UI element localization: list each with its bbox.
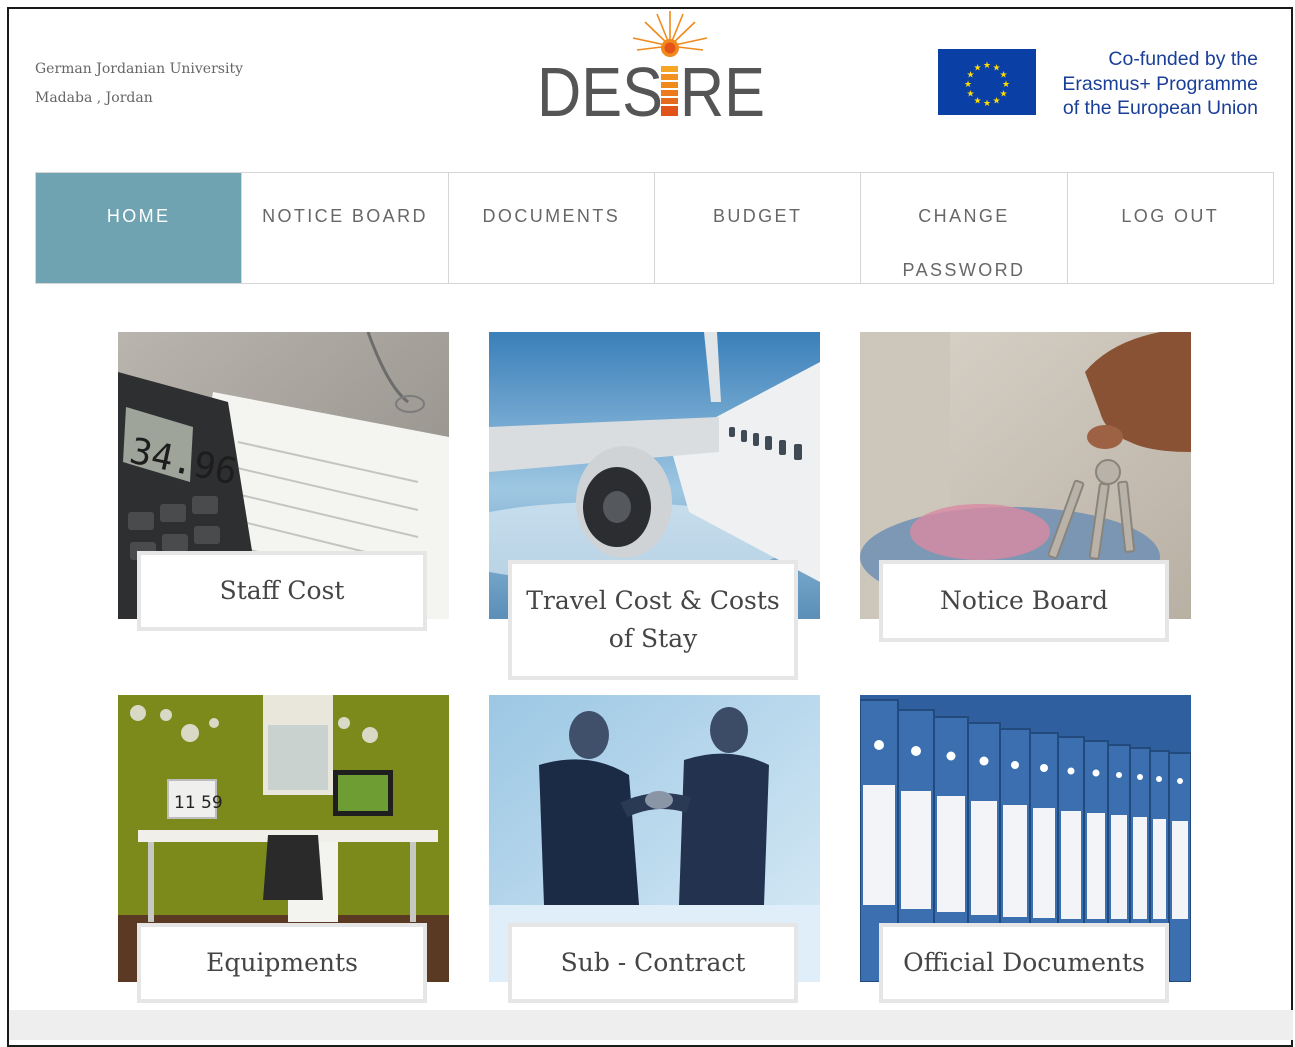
eu-cofunding-banner: ★ ★ ★ ★ ★ ★ ★ ★ ★ ★ ★ ★ Co-funded by the… [938, 47, 1268, 119]
svg-text:★: ★ [992, 97, 1000, 107]
tile-equipments-label[interactable]: Equipments [137, 923, 427, 1003]
org-name: German Jordanian University [35, 61, 243, 77]
svg-text:★: ★ [964, 80, 972, 90]
eu-flag-icon: ★ ★ ★ ★ ★ ★ ★ ★ ★ ★ ★ ★ [938, 49, 1036, 115]
eu-text-line1: Co-funded by the [1108, 48, 1258, 70]
main-nav: HOME NOTICE BOARD DOCUMENTS BUDGET CHANG… [35, 172, 1274, 284]
nav-documents[interactable]: DOCUMENTS [449, 173, 655, 283]
svg-text:★: ★ [999, 90, 1007, 100]
svg-text:★: ★ [973, 97, 981, 107]
svg-text:★: ★ [973, 64, 981, 74]
nav-budget[interactable]: BUDGET [655, 173, 862, 283]
tile-notice-board-label[interactable]: Notice Board [879, 560, 1169, 642]
eu-text-line2: Erasmus+ Programme [1062, 72, 1258, 95]
nav-home[interactable]: HOME [36, 173, 243, 283]
svg-text:★: ★ [983, 61, 991, 71]
tile-sub-contract-label[interactable]: Sub - Contract [508, 923, 798, 1003]
svg-text:★: ★ [999, 71, 1007, 81]
tile-travel-cost-label[interactable]: Travel Cost & Costs of Stay [508, 560, 798, 680]
svg-text:★: ★ [966, 90, 974, 100]
footer-strip [9, 1010, 1293, 1040]
sun-icon [632, 11, 708, 57]
tile-staff-cost-label[interactable]: Staff Cost [137, 551, 427, 631]
org-location: Madaba , Jordan [35, 90, 153, 106]
nav-change-password[interactable]: CHANGE PASSWORD [861, 173, 1068, 283]
svg-text:DES RE: DES RE [537, 53, 765, 126]
nav-log-out[interactable]: LOG OUT [1068, 173, 1273, 283]
tile-official-documents-label[interactable]: Official Documents [879, 923, 1169, 1003]
svg-text:11 59: 11 59 [174, 793, 223, 813]
desire-logo[interactable]: DES RE [535, 8, 775, 126]
svg-text:★: ★ [1002, 80, 1010, 90]
nav-notice-board[interactable]: NOTICE BOARD [242, 173, 449, 283]
org-address: German Jordanian University Madaba , Jor… [35, 55, 243, 113]
eu-text-line3: of the European Union [1062, 97, 1258, 119]
svg-text:★: ★ [983, 99, 991, 109]
